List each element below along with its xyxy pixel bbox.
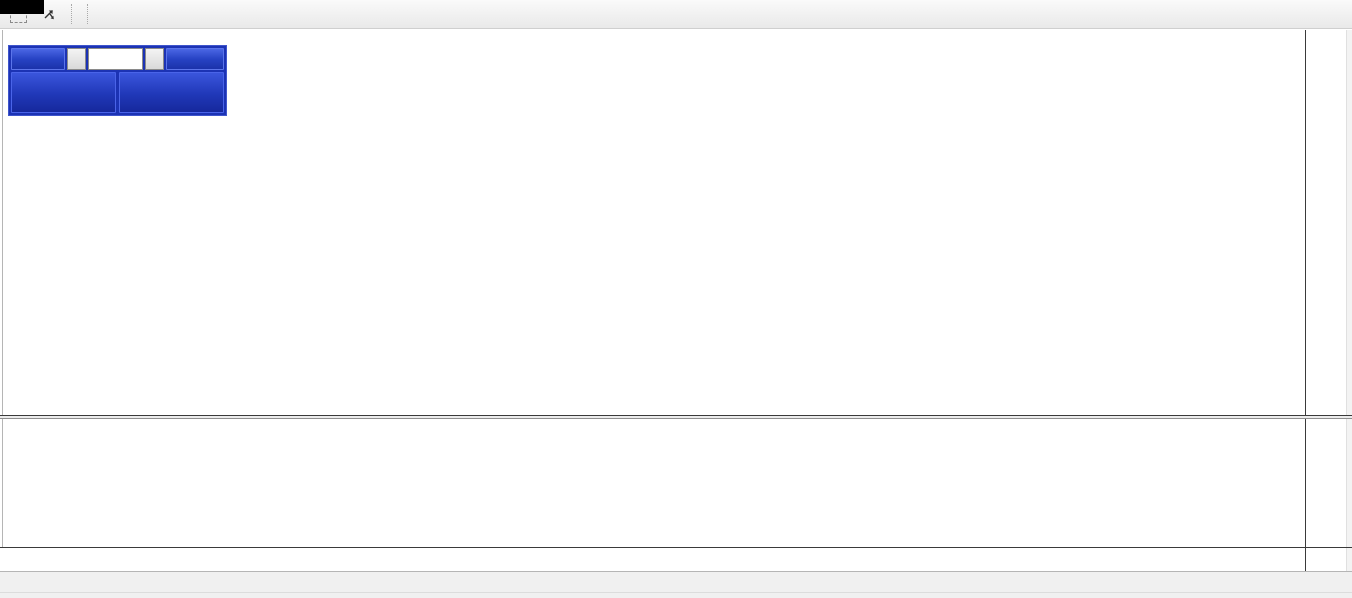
right-edge-strip <box>1346 30 1352 571</box>
volume-field[interactable] <box>88 48 143 70</box>
mt4-window: { "toolbar": { "text_tool_label": "T", "… <box>0 0 1352 598</box>
sell-price-box[interactable] <box>11 72 116 113</box>
status-strip <box>0 592 1352 598</box>
one-click-trading-panel <box>8 45 227 116</box>
toolbar-grip[interactable] <box>71 4 79 24</box>
toolbar <box>0 0 1352 29</box>
volume-decrease-button[interactable] <box>67 48 86 70</box>
sell-button[interactable] <box>11 48 65 70</box>
volume-increase-button[interactable] <box>145 48 164 70</box>
time-axis[interactable] <box>2 548 1305 571</box>
buy-price-box[interactable] <box>119 72 224 113</box>
price-axis[interactable] <box>1305 30 1352 571</box>
chart-tab-bar <box>0 571 1352 592</box>
toolbar-grip-end[interactable] <box>87 4 95 24</box>
time-axis-line <box>0 547 1352 548</box>
panel-splitter-bottom[interactable] <box>0 418 1352 419</box>
buy-button[interactable] <box>166 48 224 70</box>
rsi-panel[interactable] <box>2 419 1305 547</box>
current-price-tag <box>0 0 44 14</box>
